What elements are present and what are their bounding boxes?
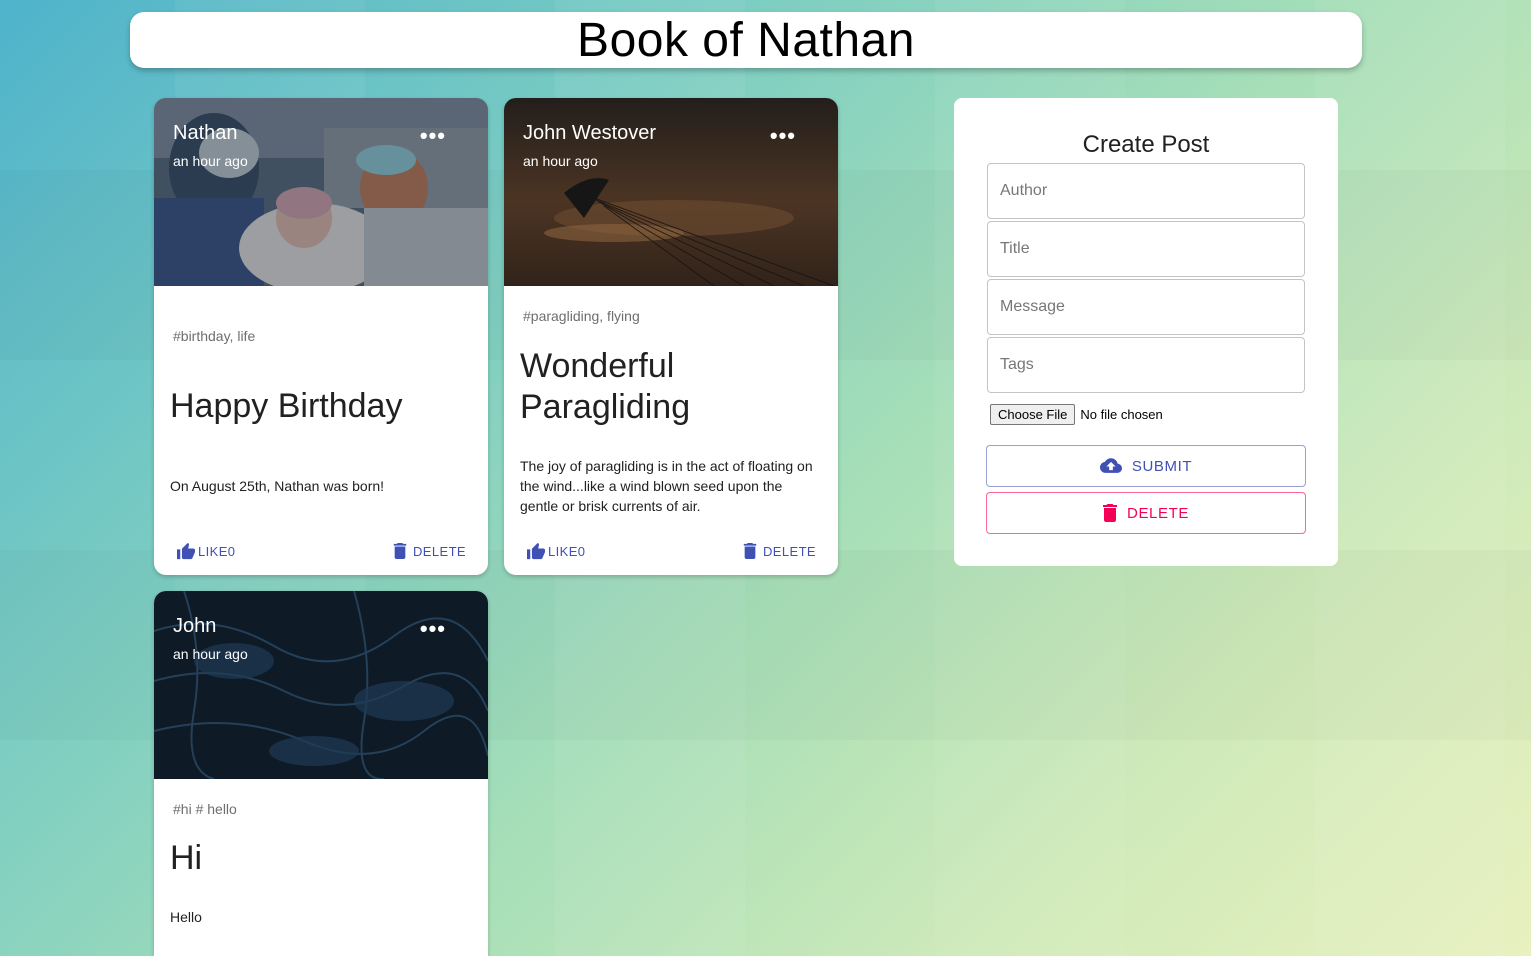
thumb-up-icon — [177, 542, 195, 560]
post-image: Nathan an hour ago ••• — [154, 98, 488, 286]
like-count: 0 — [577, 543, 586, 559]
choose-file-button[interactable]: Choose File — [990, 404, 1076, 425]
thumb-up-icon — [527, 542, 545, 560]
like-label: LIKE — [548, 543, 578, 559]
file-input: Choose File No file chosen — [990, 404, 1163, 425]
message-input[interactable] — [987, 279, 1305, 335]
trash-icon — [1103, 504, 1118, 522]
delete-label: DELETE — [763, 543, 816, 559]
more-options-icon[interactable]: ••• — [420, 616, 446, 642]
post-tags: #birthday, life — [173, 328, 256, 344]
post-card: John Westover an hour ago ••• #paraglidi… — [504, 98, 838, 575]
post-tags: #hi # hello — [173, 801, 237, 817]
post-message: On August 25th, Nathan was born! — [170, 478, 385, 494]
title-input[interactable] — [987, 221, 1305, 277]
post-title: Happy Birthday — [170, 387, 403, 425]
clear-button[interactable]: DELETE — [986, 492, 1306, 534]
cloud-upload-icon — [1099, 458, 1122, 473]
post-title: Wonderful Paragliding — [520, 347, 691, 426]
author-input[interactable] — [987, 163, 1305, 219]
post-author: John — [173, 615, 217, 637]
submit-label: SUBMIT — [1131, 457, 1193, 475]
post-message: The joy of paragliding is in the act of … — [520, 458, 813, 514]
like-button[interactable]: LIKE 0 — [170, 542, 241, 560]
delete-post-button[interactable]: DELETE — [387, 543, 472, 559]
post-card: John an hour ago ••• #hi # hello Hi Hell… — [154, 591, 488, 956]
like-label: LIKE — [198, 543, 228, 559]
post-tags: #paragliding, flying — [523, 308, 640, 324]
post-author: John Westover — [523, 122, 657, 144]
delete-label: DELETE — [413, 543, 466, 559]
create-post-form: Create Post Choose File No file chosen S… — [954, 98, 1338, 566]
file-status: No file chosen — [1080, 407, 1163, 422]
like-button[interactable]: LIKE 0 — [520, 542, 591, 560]
trash-icon — [393, 543, 407, 559]
post-author: Nathan — [173, 122, 238, 144]
clear-label: DELETE — [1127, 504, 1189, 522]
post-image: John an hour ago ••• — [154, 591, 488, 779]
post-card: Nathan an hour ago ••• #birthday, life H… — [154, 98, 488, 575]
more-options-icon[interactable]: ••• — [770, 123, 796, 149]
post-time: an hour ago — [173, 646, 248, 662]
form-heading: Create Post — [1082, 131, 1210, 158]
app-header: Book of Nathan — [130, 12, 1362, 68]
delete-post-button[interactable]: DELETE — [737, 543, 822, 559]
post-message: Hello — [170, 909, 202, 925]
post-time: an hour ago — [523, 153, 598, 169]
post-image: John Westover an hour ago ••• — [504, 98, 838, 286]
like-count: 0 — [227, 543, 236, 559]
submit-button[interactable]: SUBMIT — [986, 445, 1306, 487]
app-title: Book of Nathan — [577, 13, 915, 67]
more-options-icon[interactable]: ••• — [420, 123, 446, 149]
tags-input[interactable] — [987, 337, 1305, 393]
trash-icon — [743, 543, 757, 559]
post-title: Hi — [170, 839, 203, 877]
post-time: an hour ago — [173, 153, 248, 169]
